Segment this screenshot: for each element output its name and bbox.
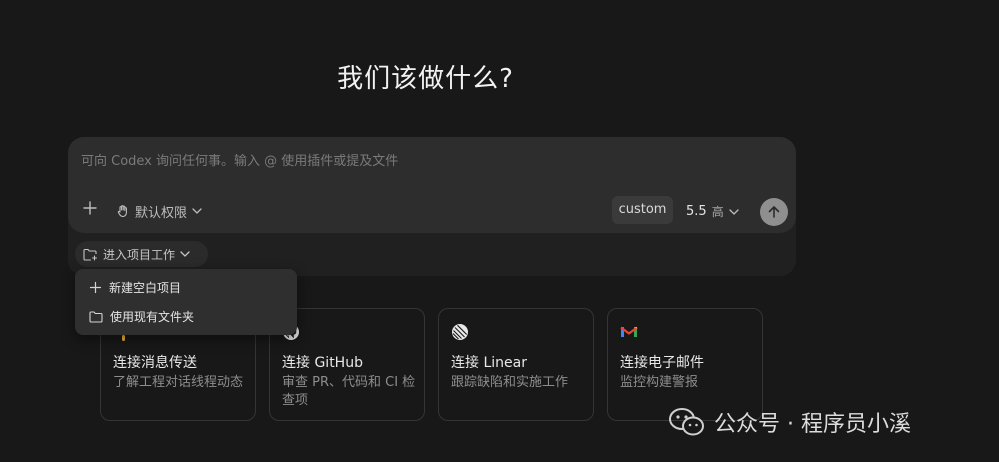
- arrow-up-icon: [768, 206, 780, 218]
- card-description: 跟踪缺陷和实施工作: [451, 375, 569, 390]
- new-blank-project-item[interactable]: 新建空白项目: [75, 273, 297, 302]
- prompt-composer[interactable]: 可向 Codex 询问任何事。输入 @ 使用插件或提及文件 默认权限 custo…: [68, 137, 796, 233]
- send-button[interactable]: [760, 198, 788, 226]
- plus-icon: [83, 201, 97, 215]
- linear-icon: [452, 324, 468, 340]
- add-attachment-button[interactable]: [80, 200, 100, 220]
- plus-icon: [89, 281, 102, 294]
- connect-linear-card[interactable]: 连接 Linear 跟踪缺陷和实施工作: [438, 308, 594, 421]
- gmail-icon: [620, 326, 638, 337]
- chevron-down-icon: [180, 251, 190, 257]
- watermark: 公众号 · 程序员小溪: [668, 406, 911, 438]
- card-description: 了解工程对话线程动态: [113, 375, 244, 390]
- card-description: 监控构建警报: [620, 375, 699, 390]
- model-selector[interactable]: 5.5 高: [686, 203, 739, 220]
- folder-plus-icon: [83, 248, 98, 261]
- card-title: 连接 GitHub: [282, 355, 363, 371]
- card-description: 审查 PR、代码和 CI 检查项: [282, 375, 416, 408]
- use-existing-folder-item[interactable]: 使用现有文件夹: [75, 302, 297, 331]
- connect-email-card[interactable]: 连接电子邮件 监控构建警报: [607, 308, 763, 421]
- permission-label: 默认权限: [135, 205, 188, 221]
- chevron-down-icon: [192, 208, 202, 214]
- model-version: 5.5: [686, 204, 707, 219]
- card-title: 连接电子邮件: [620, 355, 704, 371]
- permission-selector[interactable]: 默认权限: [116, 202, 202, 221]
- wechat-icon: [669, 408, 704, 436]
- card-title: 连接 Linear: [451, 355, 527, 371]
- project-selector[interactable]: 进入项目工作: [75, 241, 208, 267]
- page-title: 我们该做什么?: [337, 64, 514, 94]
- card-title: 连接消息传送: [113, 355, 197, 371]
- mode-badge[interactable]: custom: [612, 196, 673, 224]
- project-dropdown: 新建空白项目 使用现有文件夹: [75, 269, 297, 335]
- hand-icon: [117, 205, 127, 218]
- project-selector-label: 进入项目工作: [103, 247, 176, 262]
- model-effort: 高: [711, 205, 724, 219]
- menu-item-label: 新建空白项目: [109, 281, 182, 295]
- watermark-text: 公众号 · 程序员小溪: [714, 412, 911, 437]
- menu-item-label: 使用现有文件夹: [110, 310, 195, 324]
- prompt-input[interactable]: 可向 Codex 询问任何事。输入 @ 使用插件或提及文件: [81, 150, 398, 169]
- chevron-down-icon: [729, 208, 739, 215]
- folder-icon: [89, 310, 103, 323]
